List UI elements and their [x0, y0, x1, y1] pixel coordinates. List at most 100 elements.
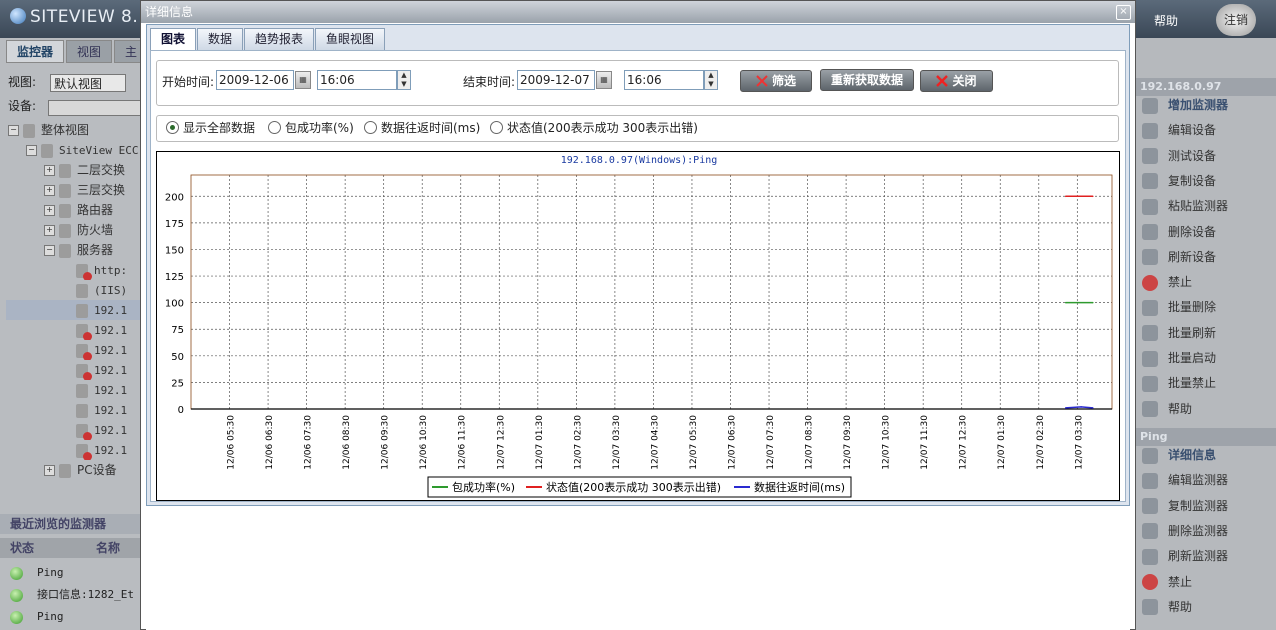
action-item[interactable]: 批量禁止: [1142, 371, 1216, 396]
end-calendar-icon[interactable]: ▦: [596, 71, 612, 89]
tree-item[interactable]: − 整体视图: [6, 120, 140, 140]
tree-item[interactable]: (IIS): [6, 280, 140, 300]
recent-row[interactable]: Ping: [10, 563, 64, 583]
tree-toggle-icon[interactable]: +: [44, 225, 55, 236]
action-item[interactable]: 编辑监测器: [1142, 468, 1228, 493]
tree-toggle-icon[interactable]: −: [8, 125, 19, 136]
recent-row[interactable]: Ping: [10, 607, 64, 627]
action-item[interactable]: 帮助: [1142, 397, 1192, 422]
action-item[interactable]: 删除设备: [1142, 220, 1216, 245]
recent-row[interactable]: 接口信息:1282_Et: [10, 585, 134, 605]
y-tick-label: 75: [171, 325, 184, 336]
tree-item[interactable]: + 二层交换: [6, 160, 140, 180]
tree-toggle-icon[interactable]: +: [44, 185, 55, 196]
action-item[interactable]: 帮助: [1142, 595, 1192, 620]
tree-item[interactable]: 192.1: [6, 340, 140, 360]
action-item[interactable]: 粘贴监测器: [1142, 194, 1228, 219]
recent-status-header: 状态: [10, 541, 35, 555]
device-input[interactable]: [48, 100, 142, 116]
y-tick-label: 0: [178, 405, 184, 416]
dialog-close-icon[interactable]: ×: [1116, 5, 1131, 20]
tree-item[interactable]: 192.1: [6, 440, 140, 460]
action-item[interactable]: 禁止: [1142, 570, 1192, 595]
action-item[interactable]: 批量启动: [1142, 346, 1216, 371]
action-item[interactable]: 删除监测器: [1142, 519, 1228, 544]
y-tick-label: 25: [171, 378, 184, 389]
tree-toggle-icon[interactable]: +: [44, 465, 55, 476]
action-item[interactable]: 批量刷新: [1142, 321, 1216, 346]
filter-button[interactable]: 筛选: [740, 70, 812, 92]
action-item[interactable]: 编辑设备: [1142, 118, 1216, 143]
tree-item[interactable]: + 路由器: [6, 200, 140, 220]
refresh-data-button[interactable]: 重新获取数据: [820, 69, 914, 91]
x-tick-label: 12/06 06:30: [265, 415, 275, 470]
tree-item[interactable]: + PC设备: [6, 460, 140, 480]
end-time-spinner[interactable]: ▲ ▼: [704, 70, 718, 90]
tab-trend-report[interactable]: 趋势报表: [244, 28, 315, 50]
action-item[interactable]: 刷新监测器: [1142, 544, 1228, 569]
start-date-input[interactable]: 2009-12-06: [216, 70, 294, 90]
tree-toggle-icon[interactable]: +: [44, 165, 55, 176]
tree-item[interactable]: 192.1: [6, 400, 140, 420]
action-icon: [1142, 447, 1158, 464]
series-point: [1091, 407, 1094, 409]
tree-item[interactable]: + 防火墙: [6, 220, 140, 240]
x-tick-label: 12/07 04:30: [650, 415, 660, 470]
status-ok-icon: [10, 588, 23, 602]
action-item[interactable]: 批量删除: [1142, 295, 1216, 320]
tree-toggle-icon[interactable]: +: [44, 205, 55, 216]
tree-toggle-icon[interactable]: −: [26, 145, 37, 156]
start-calendar-icon[interactable]: ▦: [295, 71, 311, 89]
tree-item[interactable]: 192.1: [6, 420, 140, 440]
device-tree: − 整体视图 − SiteView ECC + 二层交换 + 三层交换 + 路由器 + 防火墙 − 服务器…: [6, 120, 140, 480]
header-help-link[interactable]: 帮助: [1154, 12, 1178, 29]
start-time-spinner[interactable]: ▲ ▼: [397, 70, 411, 90]
action-item[interactable]: 复制设备: [1142, 169, 1216, 194]
view-select[interactable]: 默认视图: [50, 74, 126, 92]
monitor-status-icon: [76, 323, 92, 340]
tab-monitors[interactable]: 监控器: [6, 40, 65, 63]
action-item[interactable]: 禁止: [1142, 270, 1192, 295]
action-item[interactable]: 测试设备: [1142, 144, 1216, 169]
left-tabs: 监控器 视图主: [6, 40, 150, 63]
start-time-input[interactable]: 16:06: [317, 70, 397, 90]
tree-item[interactable]: 192.1: [6, 380, 140, 400]
tree-item[interactable]: 192.1: [6, 360, 140, 380]
radio-packet-success[interactable]: 包成功率(%): [268, 115, 354, 142]
series-point: [1091, 301, 1094, 304]
tab-fisheye-view[interactable]: 鱼眼视图: [315, 28, 386, 50]
action-item[interactable]: 复制监测器: [1142, 494, 1228, 519]
tree-item[interactable]: − SiteView ECC: [6, 140, 140, 160]
end-date-input[interactable]: 2009-12-07: [517, 70, 595, 90]
radio-all-data[interactable]: 显示全部数据: [166, 115, 255, 142]
end-time-input[interactable]: 16:06: [624, 70, 704, 90]
tree-item[interactable]: http:: [6, 260, 140, 280]
action-icon: [1142, 574, 1158, 590]
tab-data[interactable]: 数据: [197, 28, 244, 50]
action-item[interactable]: 详细信息: [1142, 443, 1216, 468]
tab-chart[interactable]: 图表: [150, 28, 197, 50]
radio-status-value[interactable]: 状态值(200表示成功 300表示出错): [490, 115, 698, 142]
dialog-title: 详细信息: [141, 1, 1135, 23]
tree-item-label: 192.1: [94, 304, 128, 317]
radio-round-trip-time[interactable]: 数据往返时间(ms): [364, 115, 480, 142]
x-tick-label: 12/07 07:30: [766, 415, 776, 470]
tab-view[interactable]: 视图: [66, 40, 113, 63]
series-point: [1064, 407, 1067, 409]
x-tick-label: 12/06 05:30: [227, 415, 237, 470]
tree-item[interactable]: + 三层交换: [6, 180, 140, 200]
tree-toggle-icon[interactable]: −: [44, 245, 55, 256]
tree-item[interactable]: 192.1: [6, 320, 140, 340]
close-button[interactable]: 关闭: [920, 70, 993, 92]
action-item[interactable]: 刷新设备: [1142, 245, 1216, 270]
action-item[interactable]: 增加监测器: [1142, 93, 1228, 118]
tree-item[interactable]: 192.1: [6, 300, 140, 320]
header-logout-button[interactable]: 注销: [1216, 4, 1256, 36]
status-ok-icon: [10, 610, 23, 624]
radio-circle: [268, 121, 281, 134]
folder-icon: [59, 223, 71, 238]
radio-circle: [166, 121, 179, 134]
y-tick-label: 100: [165, 299, 184, 310]
tree-item[interactable]: − 服务器: [6, 240, 140, 260]
y-tick-label: 200: [165, 192, 184, 203]
